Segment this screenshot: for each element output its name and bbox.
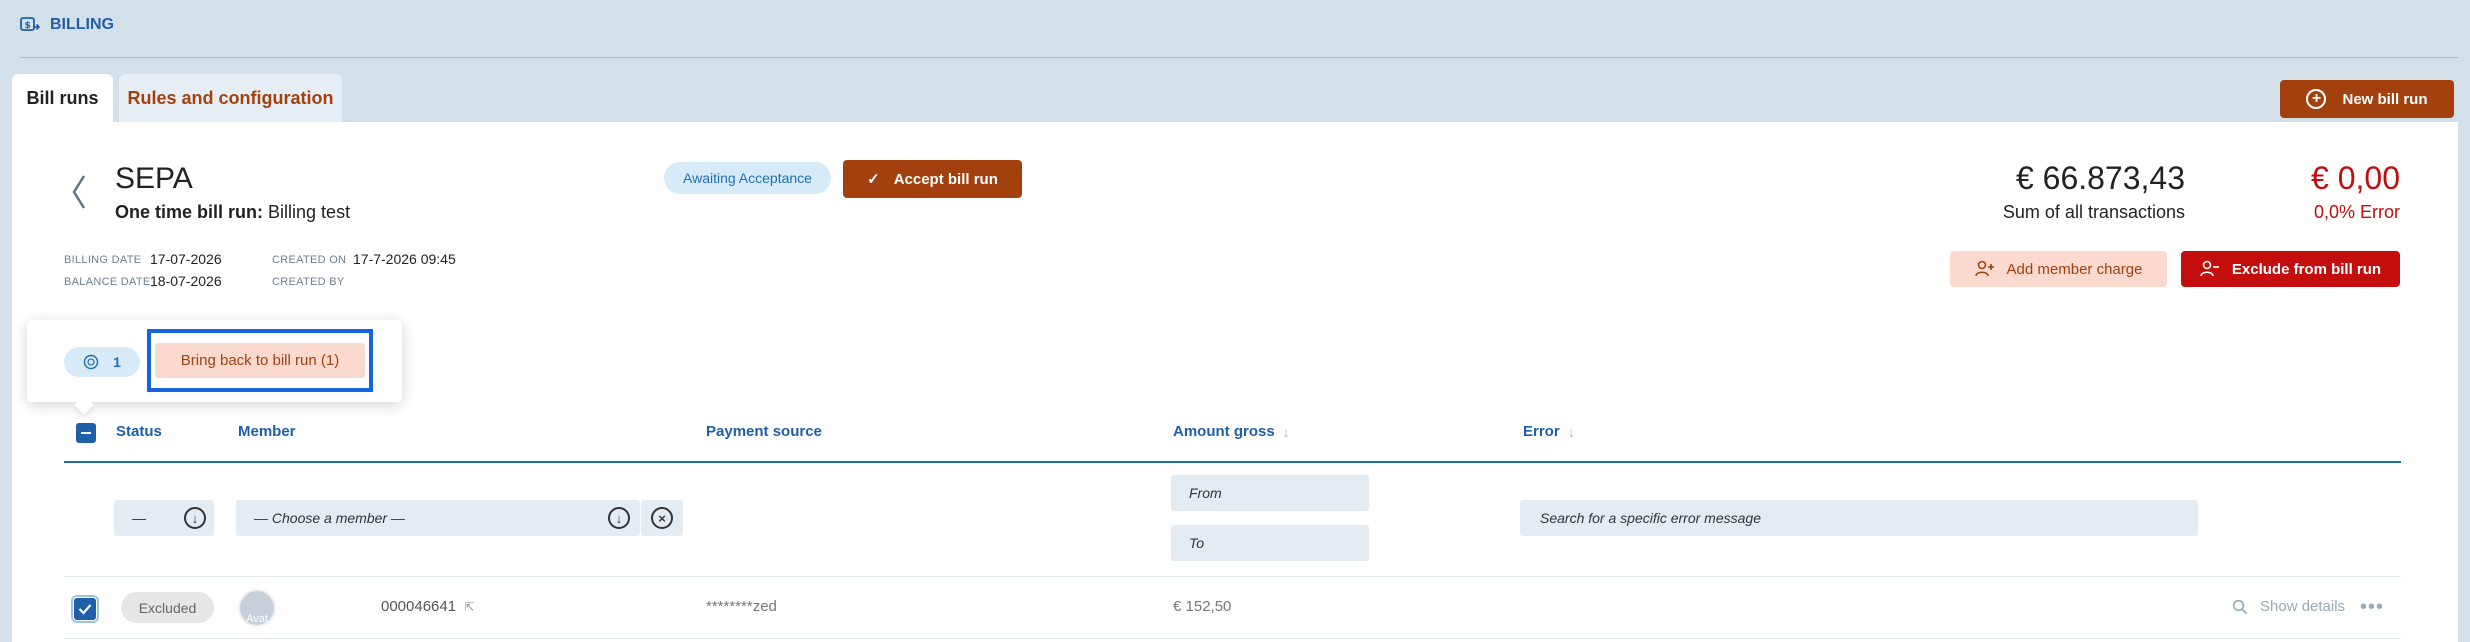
bill-run-type-value: Billing test bbox=[268, 202, 351, 222]
accept-bill-run-label: Accept bill run bbox=[893, 170, 998, 188]
app-title: BILLING bbox=[50, 16, 114, 33]
member-id-link[interactable]: 000046641 ⇱ bbox=[381, 598, 474, 615]
amount-from-placeholder: From bbox=[1189, 485, 1222, 501]
amount-to-input[interactable]: To bbox=[1171, 525, 1369, 561]
arrow-down-circle-icon: ↓ bbox=[184, 507, 206, 529]
status-badge: Awaiting Acceptance bbox=[664, 162, 831, 194]
table-header-divider bbox=[64, 461, 2401, 463]
new-bill-run-label: New bill run bbox=[2342, 90, 2428, 108]
show-details-label: Show details bbox=[2260, 598, 2346, 615]
row-divider bbox=[64, 638, 2401, 639]
selection-count: 1 bbox=[113, 354, 121, 370]
avatar: Avat bbox=[238, 589, 276, 627]
user-plus-icon bbox=[1974, 260, 1994, 277]
exclude-from-bill-run-label: Exclude from bill run bbox=[2231, 260, 2382, 278]
add-member-charge-button[interactable]: Add member charge bbox=[1950, 251, 2167, 287]
column-amount-gross[interactable]: Amount gross ↓ bbox=[1173, 423, 1290, 440]
sort-down-icon: ↓ bbox=[1567, 423, 1575, 440]
created-on-value: 17-7-2026 09:45 bbox=[353, 251, 456, 267]
check-icon bbox=[78, 604, 92, 615]
sum-label: Sum of all transactions bbox=[2002, 202, 2185, 222]
billing-icon: $ bbox=[20, 17, 40, 31]
created-by-label: CREATED BY bbox=[272, 276, 345, 288]
payment-source-value: ********zed bbox=[706, 598, 777, 615]
exclude-from-bill-run-button[interactable]: Exclude from bill run bbox=[2181, 251, 2400, 287]
bring-back-button[interactable]: Bring back to bill run (1) bbox=[155, 343, 365, 378]
bill-run-subtitle: One time bill run: Billing test bbox=[115, 202, 350, 223]
external-link-icon: ⇱ bbox=[464, 600, 475, 614]
accept-bill-run-button[interactable]: ✓ Accept bill run bbox=[843, 160, 1022, 198]
balance-date-value: 18-07-2026 bbox=[150, 273, 222, 289]
bill-run-type-label: One time bill run: bbox=[115, 202, 264, 222]
error-percentage: 0,0% Error bbox=[2313, 202, 2400, 222]
coin-icon bbox=[83, 354, 99, 370]
member-filter-select[interactable]: — Choose a member — ↓ bbox=[236, 500, 640, 536]
status-filter-select[interactable]: — ↓ bbox=[114, 500, 214, 536]
sort-down-icon: ↓ bbox=[1282, 423, 1290, 440]
user-minus-icon bbox=[2200, 260, 2219, 277]
sum-amount: € 66.873,43 bbox=[2015, 160, 2185, 196]
amount-to-placeholder: To bbox=[1189, 535, 1205, 551]
column-payment-source[interactable]: Payment source bbox=[706, 423, 822, 440]
column-error[interactable]: Error ↓ bbox=[1523, 423, 1575, 440]
check-icon: ✓ bbox=[867, 171, 880, 188]
error-search-input[interactable]: Search for a specific error message bbox=[1520, 500, 2198, 536]
select-all-checkbox[interactable] bbox=[76, 423, 96, 443]
member-filter-clear[interactable]: × bbox=[641, 500, 683, 536]
status-filter-value: — bbox=[132, 510, 146, 526]
arrow-down-circle-icon: ↓ bbox=[608, 507, 630, 529]
svg-text:$: $ bbox=[25, 21, 31, 31]
new-bill-run-button[interactable]: + New bill run bbox=[2280, 80, 2454, 118]
status-badge-excluded: Excluded bbox=[121, 592, 214, 623]
tab-rules-configuration[interactable]: Rules and configuration bbox=[119, 74, 342, 122]
avatar-alt-text: Avat bbox=[246, 613, 268, 625]
amount-gross-value: € 152,50 bbox=[1173, 598, 1232, 615]
billing-date-label: BILLING DATE bbox=[64, 254, 142, 266]
chevron-left-icon[interactable] bbox=[68, 170, 90, 214]
member-filter-placeholder: — Choose a member — bbox=[254, 510, 405, 526]
billing-date-value: 17-07-2026 bbox=[150, 251, 222, 267]
app-header: $ BILLING bbox=[20, 12, 114, 38]
amount-from-input[interactable]: From bbox=[1171, 475, 1369, 511]
more-options-icon[interactable]: ••• bbox=[2360, 596, 2384, 619]
error-amount: € 0,00 bbox=[2311, 160, 2400, 196]
created-on-label: CREATED ON bbox=[272, 254, 347, 266]
column-status[interactable]: Status bbox=[116, 423, 162, 440]
column-member[interactable]: Member bbox=[238, 423, 296, 440]
selection-count-badge: 1 bbox=[64, 347, 140, 377]
error-search-placeholder: Search for a specific error message bbox=[1540, 510, 1761, 526]
plus-circle-icon: + bbox=[2306, 89, 2327, 109]
header-divider bbox=[20, 57, 2458, 58]
search-icon bbox=[2232, 599, 2248, 614]
balance-date-label: BALANCE DATE bbox=[64, 276, 151, 288]
close-circle-icon: × bbox=[651, 507, 673, 529]
bill-run-title: SEPA bbox=[115, 162, 193, 195]
add-member-charge-label: Add member charge bbox=[2006, 260, 2143, 278]
tab-bill-runs[interactable]: Bill runs bbox=[12, 74, 113, 122]
filter-row-divider bbox=[64, 576, 2401, 577]
show-details-link[interactable]: Show details bbox=[2232, 598, 2345, 615]
row-checkbox[interactable] bbox=[71, 595, 99, 623]
